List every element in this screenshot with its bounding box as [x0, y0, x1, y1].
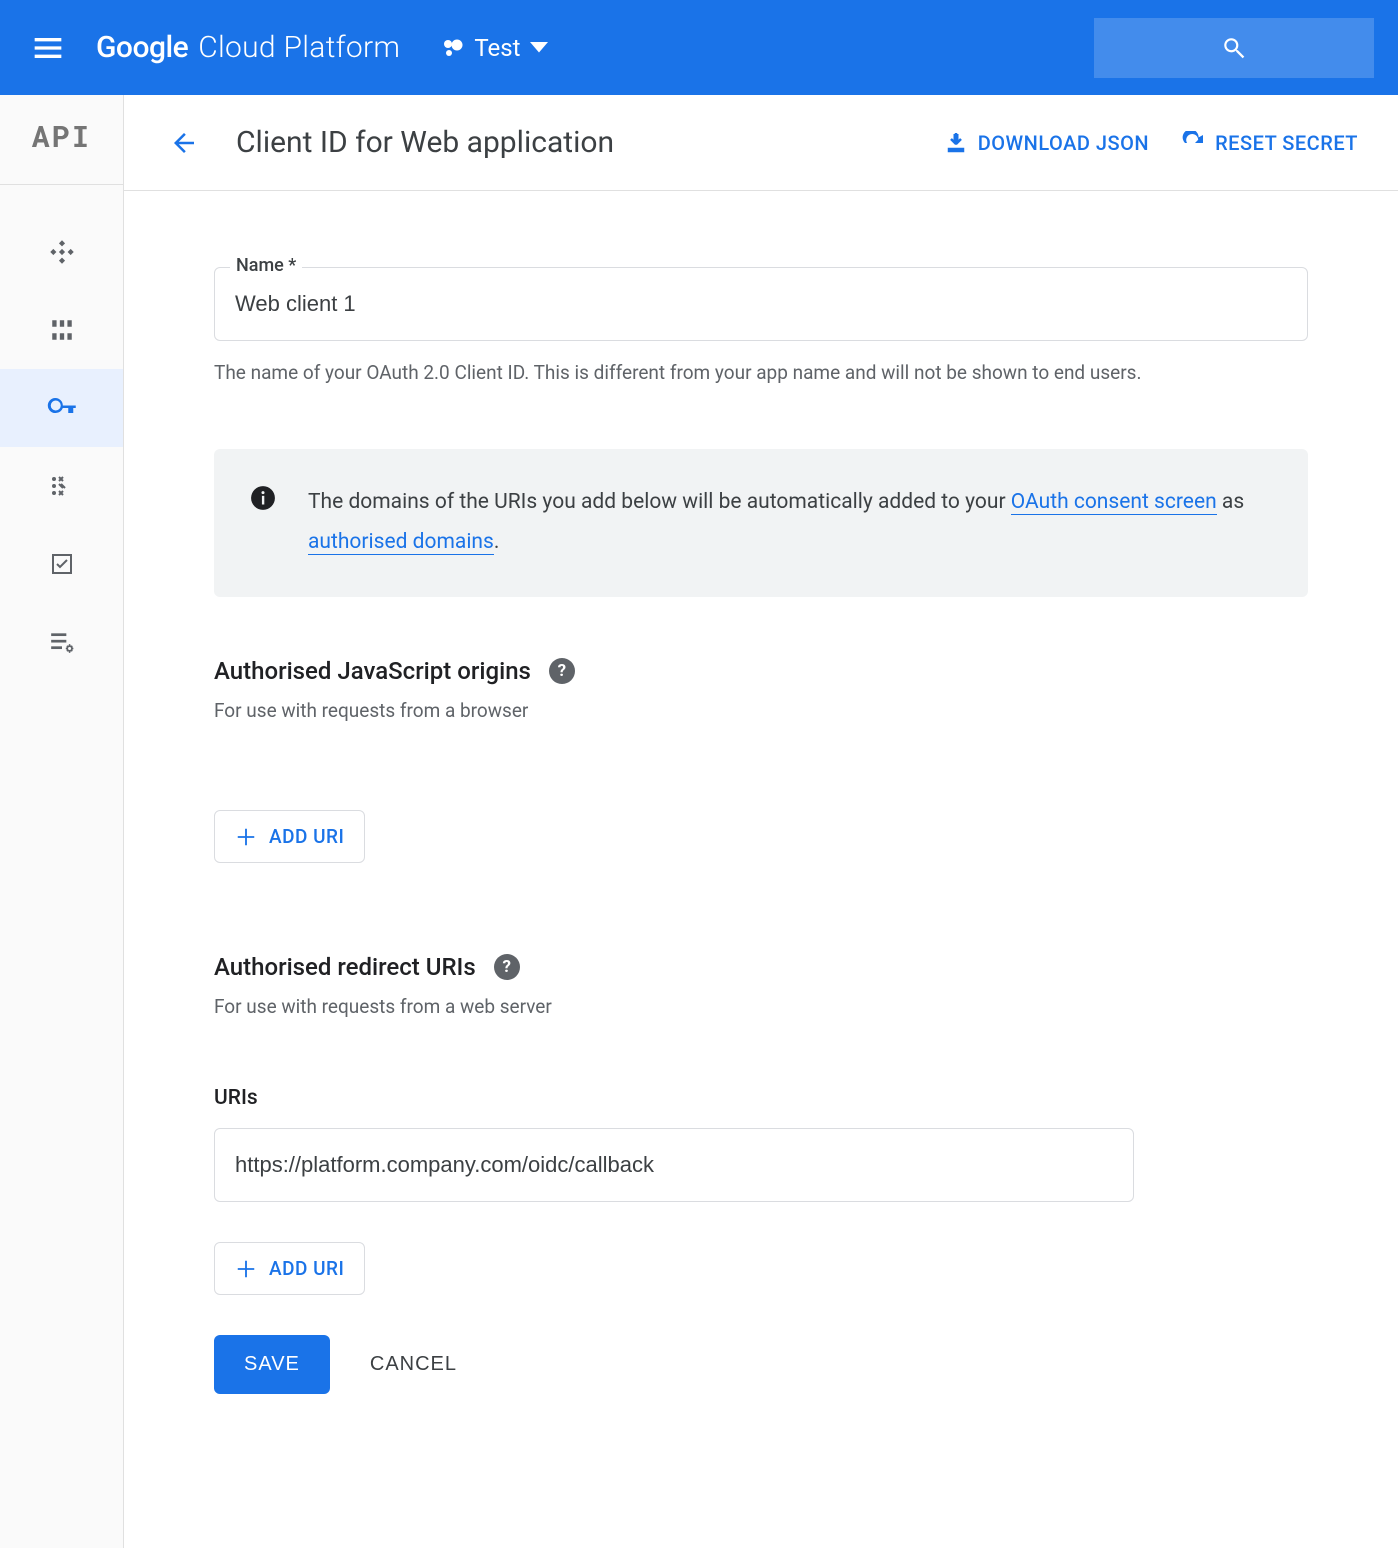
hamburger-icon — [34, 38, 62, 58]
add-redirect-uri-button[interactable]: ADD URI — [214, 1242, 365, 1295]
checkbox-icon — [50, 552, 74, 576]
consent-icon — [50, 474, 74, 498]
sidebar-nav-credentials[interactable] — [0, 369, 123, 447]
sidebar-nav-dashboard[interactable] — [0, 213, 123, 291]
refresh-icon — [1181, 131, 1205, 155]
redirect-uris-section: Authorised redirect URIs ? For use with … — [214, 953, 1308, 1295]
api-section-label: API — [0, 117, 123, 185]
info-icon — [250, 485, 276, 511]
name-label: Name * — [230, 255, 302, 276]
sidebar-nav-verification[interactable] — [0, 525, 123, 603]
redirect-uris-title: Authorised redirect URIs — [214, 953, 476, 981]
page-title: Client ID for Web application — [236, 125, 912, 160]
js-origins-help[interactable]: ? — [549, 658, 575, 684]
info-text-pre: The domains of the URIs you add below wi… — [308, 490, 1011, 514]
search-icon — [1221, 35, 1247, 61]
gcp-logo: Google Cloud Platform — [96, 30, 400, 65]
library-icon — [49, 317, 75, 343]
download-icon — [944, 131, 968, 155]
dropdown-icon — [530, 42, 548, 54]
sub-header: Client ID for Web application DOWNLOAD J… — [124, 95, 1398, 191]
download-json-label: DOWNLOAD JSON — [978, 131, 1149, 155]
save-button[interactable]: SAVE — [214, 1335, 330, 1394]
cancel-button[interactable]: CANCEL — [370, 1353, 457, 1376]
key-icon — [47, 393, 77, 423]
info-banner: The domains of the URIs you add below wi… — [214, 449, 1308, 597]
project-name: Test — [474, 34, 520, 62]
js-origins-subtitle: For use with requests from a browser — [214, 699, 1308, 722]
sidebar-nav-consent[interactable] — [0, 447, 123, 525]
add-uri-label-1: ADD URI — [269, 825, 344, 848]
left-sidebar: API — [0, 95, 124, 1548]
redirect-uris-help[interactable]: ? — [494, 954, 520, 980]
js-origins-title: Authorised JavaScript origins — [214, 657, 531, 685]
reset-secret-button[interactable]: RESET SECRET — [1181, 131, 1358, 155]
add-js-origin-button[interactable]: ADD URI — [214, 810, 365, 863]
logo-google: Google — [96, 30, 188, 65]
button-row: SAVE CANCEL — [214, 1335, 1308, 1394]
sidebar-nav-page-usage[interactable] — [0, 603, 123, 681]
js-origins-section: Authorised JavaScript origins ? For use … — [214, 657, 1308, 863]
redirect-uris-subtitle: For use with requests from a web server — [214, 995, 1308, 1018]
name-field-wrap: Name * — [214, 267, 1308, 341]
back-button[interactable] — [164, 123, 204, 163]
info-text-post: . — [494, 530, 500, 554]
project-dots-icon — [440, 36, 464, 60]
info-text-mid: as — [1217, 490, 1244, 514]
download-json-button[interactable]: DOWNLOAD JSON — [944, 131, 1149, 155]
info-text: The domains of the URIs you add below wi… — [308, 483, 1272, 563]
add-uri-label-2: ADD URI — [269, 1257, 344, 1280]
project-picker[interactable]: Test — [440, 34, 548, 62]
uris-label: URIs — [214, 1086, 1308, 1110]
name-helper-text: The name of your OAuth 2.0 Client ID. Th… — [214, 357, 1308, 389]
authorised-domains-link[interactable]: authorised domains — [308, 530, 494, 555]
sidebar-nav-library[interactable] — [0, 291, 123, 369]
list-gear-icon — [49, 629, 75, 655]
redirect-uri-input[interactable] — [214, 1128, 1134, 1202]
plus-icon — [235, 1258, 257, 1280]
arrow-left-icon — [169, 128, 199, 158]
oauth-consent-link[interactable]: OAuth consent screen — [1011, 490, 1217, 515]
search-button[interactable] — [1094, 18, 1374, 78]
plus-icon — [235, 826, 257, 848]
menu-button[interactable] — [24, 24, 72, 72]
top-header: Google Cloud Platform Test — [0, 0, 1398, 95]
diamond-grid-icon — [49, 239, 75, 265]
reset-secret-label: RESET SECRET — [1215, 131, 1358, 155]
logo-rest: Cloud Platform — [198, 30, 400, 65]
name-input[interactable] — [214, 267, 1308, 341]
